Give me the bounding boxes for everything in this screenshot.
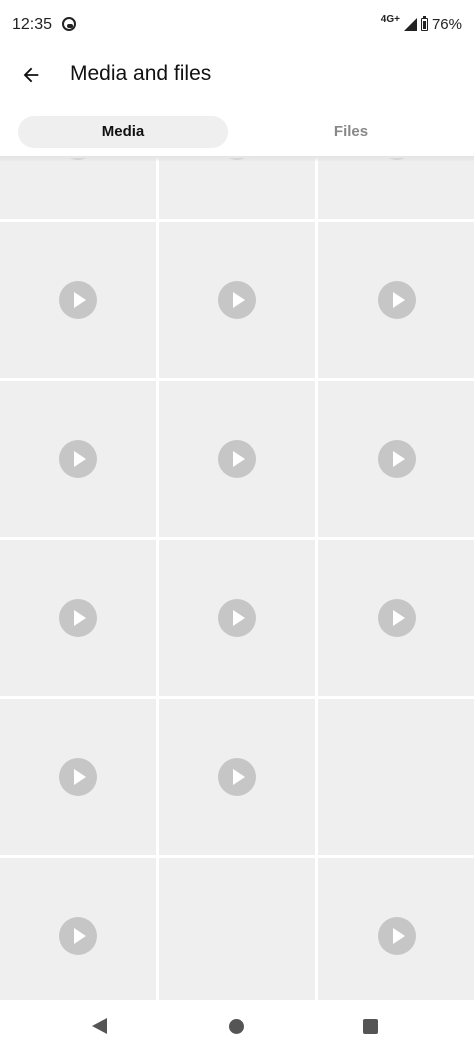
video-thumbnail[interactable] [318,158,474,219]
video-thumbnail[interactable] [159,540,315,696]
network-type: 4G+ [380,14,400,25]
play-icon [218,599,256,637]
video-thumbnail[interactable] [318,222,474,378]
nav-home-icon[interactable] [229,1019,244,1034]
play-icon [59,281,97,319]
play-icon [59,599,97,637]
status-bar: 12:35 4G+ 76% [0,0,474,52]
nav-back-icon[interactable] [92,1018,107,1034]
nav-recents-icon[interactable] [363,1019,378,1034]
image-thumbnail[interactable] [318,699,474,855]
status-time: 12:35 [12,16,53,33]
video-thumbnail[interactable] [159,222,315,378]
video-thumbnail[interactable] [159,381,315,537]
image-thumbnail[interactable] [159,858,315,1000]
tab-bar: Media Files [0,112,474,156]
play-icon [378,281,416,319]
video-thumbnail[interactable] [0,381,156,537]
video-thumbnail[interactable] [0,222,156,378]
tab-files[interactable]: Files [246,116,456,148]
play-icon [218,440,256,478]
media-grid-viewport[interactable] [0,158,474,1000]
video-thumbnail[interactable] [0,540,156,696]
video-thumbnail[interactable] [159,699,315,855]
app-header: Media and files [0,52,474,100]
back-button[interactable] [14,58,48,92]
app-notification-icon [62,17,76,31]
play-icon [218,281,256,319]
video-thumbnail[interactable] [159,158,315,219]
status-indicators: 4G+ 76% [380,14,462,33]
system-nav-bar [0,1000,474,1053]
battery-percent: 76% [431,16,462,33]
tab-media[interactable]: Media [18,116,228,148]
video-thumbnail[interactable] [318,381,474,537]
play-icon [59,917,97,955]
tab-bar-shadow [0,156,474,162]
screen: 12:35 4G+ 76% Media and files Media File… [0,0,474,1053]
video-thumbnail[interactable] [0,858,156,1000]
play-icon [378,917,416,955]
video-thumbnail[interactable] [0,158,156,219]
video-thumbnail[interactable] [318,540,474,696]
video-thumbnail[interactable] [318,858,474,1000]
play-icon [218,758,256,796]
battery-icon [420,16,428,31]
page-title: Media and files [70,62,212,85]
play-icon [59,440,97,478]
video-thumbnail[interactable] [0,699,156,855]
play-icon [378,599,416,637]
play-icon [378,440,416,478]
arrow-left-icon [23,67,39,83]
signal-icon [403,18,417,31]
play-icon [59,758,97,796]
media-grid [0,158,474,1000]
